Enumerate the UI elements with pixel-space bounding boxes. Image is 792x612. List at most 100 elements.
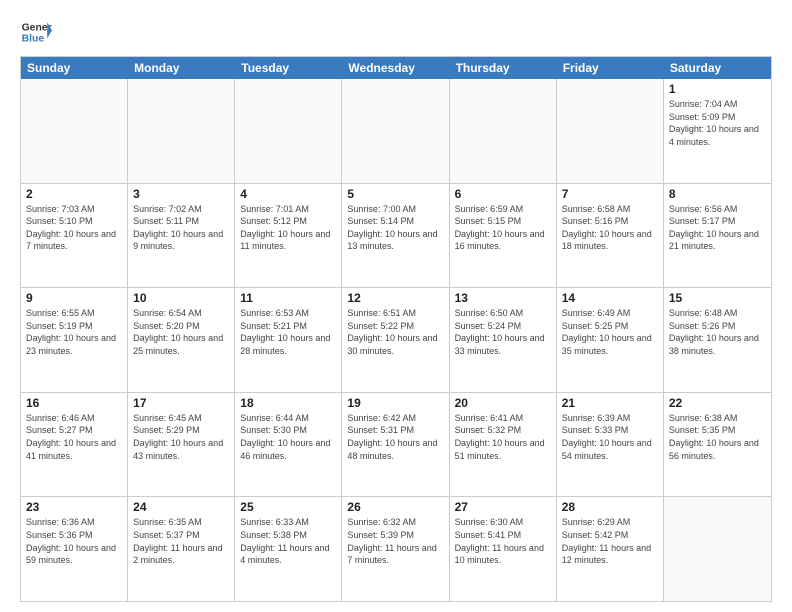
day-info: Sunrise: 6:53 AM Sunset: 5:21 PM Dayligh… (240, 307, 336, 357)
calendar-cell: 20 Sunrise: 6:41 AM Sunset: 5:32 PM Dayli… (450, 393, 557, 497)
day-number: 23 (26, 500, 122, 514)
day-info: Sunrise: 6:36 AM Sunset: 5:36 PM Dayligh… (26, 516, 122, 566)
day-info: Sunrise: 6:56 AM Sunset: 5:17 PM Dayligh… (669, 203, 766, 253)
day-number: 14 (562, 291, 658, 305)
calendar-cell: 28 Sunrise: 6:29 AM Sunset: 5:42 PM Dayli… (557, 497, 664, 601)
calendar-cell: 1Sunrise: 7:04 AM Sunset: 5:09 PM Daylig… (664, 79, 771, 183)
day-info: Sunrise: 6:54 AM Sunset: 5:20 PM Dayligh… (133, 307, 229, 357)
calendar-row-2: 2 Sunrise: 7:03 AM Sunset: 5:10 PM Daylig… (21, 184, 771, 289)
logo-icon: General Blue (20, 16, 52, 48)
calendar-cell: 3Sunrise: 7:02 AM Sunset: 5:11 PM Daylig… (128, 184, 235, 288)
day-number: 17 (133, 396, 229, 410)
day-number: 27 (455, 500, 551, 514)
calendar-cell: 24 Sunrise: 6:35 AM Sunset: 5:37 PM Dayli… (128, 497, 235, 601)
day-info: Sunrise: 6:44 AM Sunset: 5:30 PM Dayligh… (240, 412, 336, 462)
day-info: Sunrise: 7:01 AM Sunset: 5:12 PM Dayligh… (240, 203, 336, 253)
calendar-cell: 12 Sunrise: 6:51 AM Sunset: 5:22 PM Dayli… (342, 288, 449, 392)
header-day-saturday: Saturday (664, 57, 771, 79)
calendar-cell (21, 79, 128, 183)
day-number: 15 (669, 291, 766, 305)
day-info: Sunrise: 6:48 AM Sunset: 5:26 PM Dayligh… (669, 307, 766, 357)
header-day-wednesday: Wednesday (342, 57, 449, 79)
calendar-cell (450, 79, 557, 183)
header: General Blue (20, 16, 772, 48)
calendar-cell: 17 Sunrise: 6:45 AM Sunset: 5:29 PM Dayli… (128, 393, 235, 497)
day-info: Sunrise: 7:02 AM Sunset: 5:11 PM Dayligh… (133, 203, 229, 253)
calendar-cell: 2 Sunrise: 7:03 AM Sunset: 5:10 PM Daylig… (21, 184, 128, 288)
calendar-cell: 10Sunrise: 6:54 AM Sunset: 5:20 PM Dayli… (128, 288, 235, 392)
svg-text:Blue: Blue (22, 34, 45, 45)
calendar-cell: 9 Sunrise: 6:55 AM Sunset: 5:19 PM Daylig… (21, 288, 128, 392)
day-number: 26 (347, 500, 443, 514)
calendar-header: SundayMondayTuesdayWednesdayThursdayFrid… (21, 57, 771, 79)
day-number: 25 (240, 500, 336, 514)
calendar-row-5: 23 Sunrise: 6:36 AM Sunset: 5:36 PM Dayli… (21, 497, 771, 601)
day-number: 6 (455, 187, 551, 201)
page: General Blue SundayMondayTuesdayWednesda… (0, 0, 792, 612)
header-day-monday: Monday (128, 57, 235, 79)
day-info: Sunrise: 6:46 AM Sunset: 5:27 PM Dayligh… (26, 412, 122, 462)
day-number: 13 (455, 291, 551, 305)
calendar-cell: 25 Sunrise: 6:33 AM Sunset: 5:38 PM Dayli… (235, 497, 342, 601)
calendar-cell: 11 Sunrise: 6:53 AM Sunset: 5:21 PM Dayli… (235, 288, 342, 392)
day-number: 24 (133, 500, 229, 514)
day-number: 2 (26, 187, 122, 201)
day-info: Sunrise: 6:59 AM Sunset: 5:15 PM Dayligh… (455, 203, 551, 253)
day-number: 8 (669, 187, 766, 201)
day-info: Sunrise: 6:42 AM Sunset: 5:31 PM Dayligh… (347, 412, 443, 462)
calendar-cell: 27 Sunrise: 6:30 AM Sunset: 5:41 PM Dayli… (450, 497, 557, 601)
header-day-tuesday: Tuesday (235, 57, 342, 79)
day-info: Sunrise: 6:29 AM Sunset: 5:42 PM Dayligh… (562, 516, 658, 566)
day-number: 7 (562, 187, 658, 201)
day-number: 21 (562, 396, 658, 410)
day-number: 12 (347, 291, 443, 305)
day-info: Sunrise: 6:38 AM Sunset: 5:35 PM Dayligh… (669, 412, 766, 462)
day-info: Sunrise: 6:39 AM Sunset: 5:33 PM Dayligh… (562, 412, 658, 462)
day-info: Sunrise: 7:00 AM Sunset: 5:14 PM Dayligh… (347, 203, 443, 253)
calendar-cell (664, 497, 771, 601)
day-info: Sunrise: 6:41 AM Sunset: 5:32 PM Dayligh… (455, 412, 551, 462)
calendar-cell (557, 79, 664, 183)
calendar-cell: 22 Sunrise: 6:38 AM Sunset: 5:35 PM Dayli… (664, 393, 771, 497)
calendar-row-1: 1Sunrise: 7:04 AM Sunset: 5:09 PM Daylig… (21, 79, 771, 184)
calendar-cell: 15 Sunrise: 6:48 AM Sunset: 5:26 PM Dayli… (664, 288, 771, 392)
day-number: 11 (240, 291, 336, 305)
calendar-row-4: 16 Sunrise: 6:46 AM Sunset: 5:27 PM Dayli… (21, 393, 771, 498)
day-info: Sunrise: 6:49 AM Sunset: 5:25 PM Dayligh… (562, 307, 658, 357)
calendar-cell: 16 Sunrise: 6:46 AM Sunset: 5:27 PM Dayli… (21, 393, 128, 497)
day-number: 16 (26, 396, 122, 410)
calendar-cell: 6 Sunrise: 6:59 AM Sunset: 5:15 PM Daylig… (450, 184, 557, 288)
day-number: 19 (347, 396, 443, 410)
day-info: Sunrise: 7:03 AM Sunset: 5:10 PM Dayligh… (26, 203, 122, 253)
calendar-cell: 18 Sunrise: 6:44 AM Sunset: 5:30 PM Dayli… (235, 393, 342, 497)
day-number: 9 (26, 291, 122, 305)
calendar-cell: 26 Sunrise: 6:32 AM Sunset: 5:39 PM Dayli… (342, 497, 449, 601)
calendar-cell (235, 79, 342, 183)
day-info: Sunrise: 6:32 AM Sunset: 5:39 PM Dayligh… (347, 516, 443, 566)
calendar-cell: 13Sunrise: 6:50 AM Sunset: 5:24 PM Dayli… (450, 288, 557, 392)
day-number: 28 (562, 500, 658, 514)
day-info: Sunrise: 6:51 AM Sunset: 5:22 PM Dayligh… (347, 307, 443, 357)
calendar-cell (128, 79, 235, 183)
day-number: 22 (669, 396, 766, 410)
day-info: Sunrise: 7:04 AM Sunset: 5:09 PM Dayligh… (669, 98, 766, 148)
day-number: 20 (455, 396, 551, 410)
calendar-row-3: 9 Sunrise: 6:55 AM Sunset: 5:19 PM Daylig… (21, 288, 771, 393)
day-number: 4 (240, 187, 336, 201)
day-info: Sunrise: 6:55 AM Sunset: 5:19 PM Dayligh… (26, 307, 122, 357)
day-info: Sunrise: 6:30 AM Sunset: 5:41 PM Dayligh… (455, 516, 551, 566)
day-info: Sunrise: 6:33 AM Sunset: 5:38 PM Dayligh… (240, 516, 336, 566)
header-day-friday: Friday (557, 57, 664, 79)
day-info: Sunrise: 6:35 AM Sunset: 5:37 PM Dayligh… (133, 516, 229, 566)
day-number: 5 (347, 187, 443, 201)
day-number: 18 (240, 396, 336, 410)
calendar-cell: 23 Sunrise: 6:36 AM Sunset: 5:36 PM Dayli… (21, 497, 128, 601)
calendar-cell (342, 79, 449, 183)
logo: General Blue (20, 16, 52, 48)
calendar-cell: 14 Sunrise: 6:49 AM Sunset: 5:25 PM Dayli… (557, 288, 664, 392)
calendar-cell: 7Sunrise: 6:58 AM Sunset: 5:16 PM Daylig… (557, 184, 664, 288)
day-info: Sunrise: 6:45 AM Sunset: 5:29 PM Dayligh… (133, 412, 229, 462)
calendar-body: 1Sunrise: 7:04 AM Sunset: 5:09 PM Daylig… (21, 79, 771, 601)
header-day-sunday: Sunday (21, 57, 128, 79)
calendar-cell: 8 Sunrise: 6:56 AM Sunset: 5:17 PM Daylig… (664, 184, 771, 288)
